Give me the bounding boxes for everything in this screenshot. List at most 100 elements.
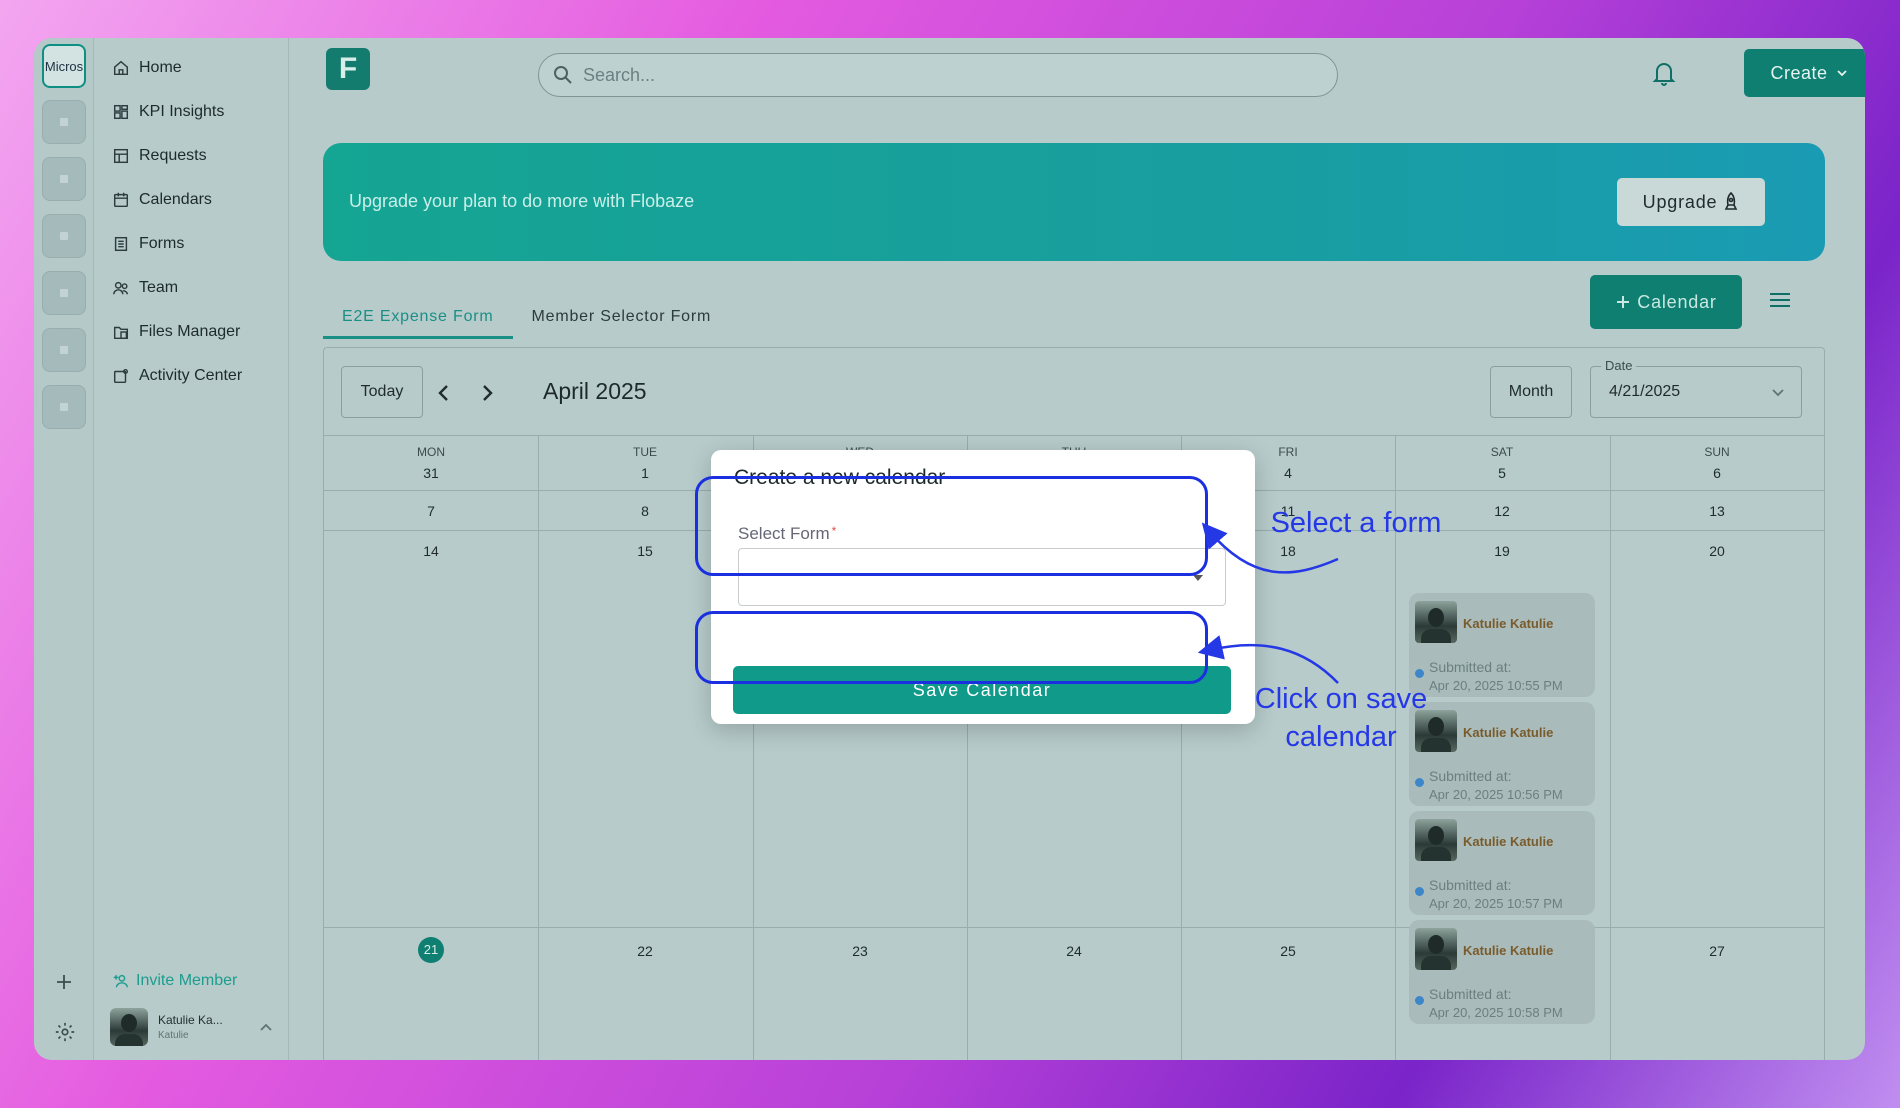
app-logo-icon[interactable]: F [326, 48, 370, 90]
notification-bell-icon[interactable] [1652, 60, 1676, 91]
workspace-switcher-item[interactable] [42, 328, 86, 372]
tab-e2e-expense-form[interactable]: E2E Expense Form [323, 293, 513, 339]
sidebar-item-label: Team [139, 279, 179, 296]
form-icon [114, 236, 128, 252]
workspace-switcher-current[interactable]: Micros [42, 44, 86, 88]
workspace-switcher-item[interactable] [42, 385, 86, 429]
plus-icon [1617, 296, 1630, 308]
sidebar: Home KPI Insights Requests Calendars For… [94, 38, 289, 1060]
annotation-save-calendar: Click on save calendar [1226, 680, 1456, 756]
upgrade-button[interactable]: Upgrade [1617, 178, 1765, 226]
dashboard-icon [113, 104, 129, 120]
day-cell-number[interactable]: 27 [1610, 943, 1824, 959]
sidebar-item-kpi-insights[interactable]: KPI Insights [112, 98, 224, 126]
search-bar [538, 53, 1338, 97]
day-cell-number[interactable]: 25 [1181, 943, 1395, 959]
user-name: Katulie Ka... [158, 1013, 223, 1027]
day-cell-number[interactable]: 24 [967, 943, 1181, 959]
sidebar-item-label: Home [139, 59, 182, 76]
day-cell-number[interactable]: 22 [538, 943, 752, 959]
workspace-switcher-item[interactable] [42, 157, 86, 201]
previous-month-chevron-left-icon[interactable] [437, 382, 451, 408]
add-calendar-label: Calendar [1637, 291, 1717, 312]
day-cell-today[interactable]: 21 [324, 937, 538, 963]
day-of-week-header: SUN [1704, 445, 1730, 459]
team-icon [113, 281, 129, 295]
tab-member-selector-form[interactable]: Member Selector Form [513, 293, 731, 339]
event-submitter-name: Katulie Katulie [1463, 943, 1554, 958]
create-button[interactable]: Create [1744, 49, 1865, 97]
activity-icon [113, 368, 129, 384]
annotation-select-form: Select a form [1270, 507, 1442, 539]
month-view-button[interactable]: Month [1490, 366, 1572, 418]
avatar [1415, 928, 1457, 970]
sidebar-item-label: Activity Center [139, 367, 243, 384]
day-cell-number[interactable]: 7 [324, 503, 538, 519]
sidebar-item-forms[interactable]: Forms [112, 230, 184, 258]
day-of-week-header: MON [417, 445, 445, 459]
event-time: Apr 20, 2025 10:57 PM [1429, 896, 1563, 911]
date-picker[interactable]: Date 4/21/2025 [1590, 358, 1802, 418]
user-subtitle: Katulie [158, 1030, 189, 1041]
search-input[interactable] [583, 64, 1283, 86]
event-time: Apr 20, 2025 10:56 PM [1429, 787, 1563, 802]
day-cell-number[interactable]: 20 [1610, 543, 1824, 559]
highlight-select-form [695, 476, 1208, 576]
calendar-month-title: April 2025 [543, 378, 647, 404]
event-status: Submitted at: [1429, 986, 1512, 1002]
sidebar-item-home[interactable]: Home [112, 54, 182, 82]
sidebar-item-requests[interactable]: Requests [112, 142, 207, 170]
create-button-label: Create [1770, 62, 1828, 83]
sidebar-item-label: KPI Insights [139, 103, 225, 120]
status-dot [1415, 887, 1424, 896]
annotation-line: calendar [1285, 721, 1397, 753]
event-submitter-name: Katulie Katulie [1463, 616, 1554, 631]
sidebar-item-calendars[interactable]: Calendars [112, 186, 212, 214]
day-cell-number[interactable]: 19 [1395, 543, 1609, 559]
day-cell-number[interactable]: 13 [1610, 503, 1824, 519]
day-of-week-header: SAT [1490, 445, 1514, 459]
day-cell-number[interactable]: 23 [753, 943, 967, 959]
workspace-switcher-item[interactable] [42, 271, 86, 315]
day-cell-number[interactable]: 5 [1395, 465, 1609, 481]
today-indicator: 21 [418, 937, 444, 963]
calendar-event-card[interactable]: Katulie Katulie Submitted at: Apr 20, 20… [1409, 920, 1595, 1024]
workspace-switcher-item[interactable] [42, 214, 86, 258]
sidebar-item-files-manager[interactable]: Files Manager [112, 318, 240, 346]
today-button[interactable]: Today [341, 366, 423, 418]
sidebar-item-label: Files Manager [139, 323, 241, 340]
next-month-chevron-right-icon[interactable] [480, 382, 494, 408]
day-cell-number[interactable]: 31 [324, 465, 538, 481]
invite-member-button[interactable]: Invite Member [112, 972, 237, 990]
sidebar-item-label: Forms [139, 235, 185, 252]
form-tabs: E2E Expense Form Member Selector Form [323, 293, 730, 339]
chevron-down-icon [1836, 70, 1847, 77]
workspace-name: Micros [44, 58, 84, 74]
add-user-icon [113, 974, 129, 988]
rocket-icon [1725, 192, 1738, 210]
annotation-line: Click on save [1254, 683, 1428, 715]
upgrade-banner-text: Upgrade your plan to do more with Flobaz… [349, 191, 695, 211]
hamburger-menu-icon[interactable] [1769, 291, 1791, 314]
sidebar-item-team[interactable]: Team [112, 274, 178, 302]
sidebar-item-label: Requests [139, 147, 207, 164]
add-calendar-button[interactable]: Calendar [1590, 275, 1742, 329]
event-submitter-name: Katulie Katulie [1463, 834, 1554, 849]
settings-gear-icon[interactable] [54, 1021, 76, 1049]
user-menu[interactable]: Katulie Ka... Katulie [110, 1008, 273, 1046]
sidebar-item-activity-center[interactable]: Activity Center [112, 362, 242, 390]
day-cell-number[interactable]: 14 [324, 543, 538, 559]
status-dot [1415, 778, 1424, 787]
event-status: Submitted at: [1429, 659, 1512, 675]
date-picker-value: 4/21/2025 [1609, 383, 1681, 400]
chevron-up-icon[interactable] [259, 1020, 273, 1034]
day-cell-number[interactable]: 6 [1610, 465, 1824, 481]
calendar-event-card[interactable]: Katulie Katulie Submitted at: Apr 20, 20… [1409, 811, 1595, 915]
status-dot [1415, 996, 1424, 1005]
add-workspace-icon[interactable] [54, 972, 74, 998]
status-dot [1415, 669, 1424, 678]
workspace-switcher-item[interactable] [42, 100, 86, 144]
sidebar-item-label: Calendars [139, 191, 212, 208]
date-picker-label: Date [1601, 358, 1637, 373]
requests-icon [113, 148, 129, 164]
